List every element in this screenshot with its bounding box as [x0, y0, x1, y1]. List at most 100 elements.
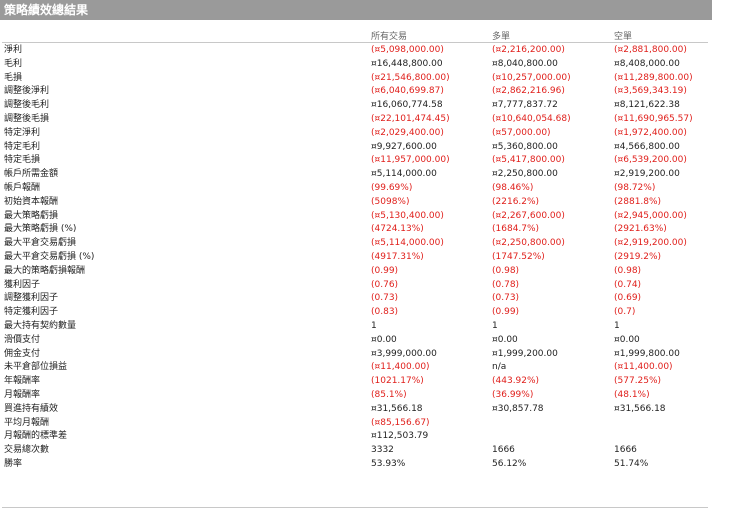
row-label: 最大的策略虧損報酬	[4, 265, 86, 276]
short-value: ¤2,919,200.00	[614, 169, 680, 180]
table-row: 交易總次數 3332 1666 1666	[0, 444, 740, 458]
row-label: 最大平倉交易虧損 (%)	[4, 251, 95, 262]
row-label: 年報酬率	[4, 376, 41, 387]
short-value: (98.72%)	[614, 182, 656, 193]
short-value: (0.69)	[614, 293, 642, 304]
table-row: 最大策略虧損 (%) (4724.13%) (1684.7%) (2921.63%)	[0, 223, 740, 237]
report-title: 策略績效總結果	[0, 0, 712, 20]
long-value: n/a	[492, 362, 507, 373]
table-row: 年報酬率 (1021.17%) (443.92%) (577.25%)	[0, 375, 740, 389]
all-trades-value: ¤9,927,600.00	[371, 141, 437, 152]
all-trades-value: (¤11,957,000.00)	[371, 155, 450, 166]
all-trades-value: ¤5,114,000.00	[371, 169, 437, 180]
all-trades-value: (¤5,130,400.00)	[371, 210, 444, 221]
row-label: 特定淨利	[4, 127, 41, 138]
table-row: 調整後毛利 ¤16,060,774.58 ¤7,777,837.72 ¤8,121,6…	[0, 99, 740, 113]
table-row: 特定淨利 (¤2,029,400.00) (¤57,000.00) (¤1,972,4…	[0, 127, 740, 141]
short-value: (0.74)	[614, 279, 642, 290]
long-value: (2216.2%)	[492, 196, 540, 207]
row-label: 月報酬的標準差	[4, 431, 68, 442]
all-trades-value: (¤22,101,474.45)	[371, 113, 450, 124]
long-value: (443.92%)	[492, 376, 540, 387]
long-value: ¤30,857.78	[492, 403, 544, 414]
long-value: (¤2,250,800.00)	[492, 238, 565, 249]
short-value: 1	[614, 320, 620, 331]
short-value: (¤11,400.00)	[614, 362, 673, 373]
row-label: 勝率	[4, 458, 23, 469]
long-value: 1666	[492, 445, 515, 456]
short-value: (¤3,569,343.19)	[614, 86, 687, 97]
long-value: (0.73)	[492, 293, 520, 304]
table-row: 淨利 (¤5,098,000.00) (¤2,216,200.00) (¤2,881,…	[0, 44, 740, 58]
short-value: (¤2,945,000.00)	[614, 210, 687, 221]
table-row: 帳戶報酬 (99.69%) (98.46%) (98.72%)	[0, 182, 740, 196]
performance-table: 淨利 (¤5,098,000.00) (¤2,216,200.00) (¤2,881,…	[0, 44, 740, 472]
table-row: 獲利因子 (0.76) (0.78) (0.74)	[0, 279, 740, 293]
all-trades-value: (¤85,156.67)	[371, 417, 430, 428]
report-page: 策略績效總結果 所有交易 多單 空單 淨利 (¤5,098,000.00) (¤2,…	[0, 0, 740, 512]
all-trades-value: ¤31,566.18	[371, 403, 423, 414]
row-label: 特定獲利因子	[4, 307, 59, 318]
all-trades-value: (85.1%)	[371, 389, 407, 400]
short-value: (48.1%)	[614, 389, 650, 400]
long-value: 56.12%	[492, 458, 527, 469]
table-row: 月報酬的標準差 ¤112,503.79	[0, 430, 740, 444]
short-value: (¤11,690,965.57)	[614, 113, 693, 124]
table-row: 滑價支付 ¤0.00 ¤0.00 ¤0.00	[0, 334, 740, 348]
row-label: 最大策略虧損 (%)	[4, 224, 77, 235]
row-label: 最大策略虧損	[4, 210, 59, 221]
long-value: (¤10,257,000.00)	[492, 72, 571, 83]
short-value: (0.98)	[614, 265, 642, 276]
table-row: 調整獲利因子 (0.73) (0.73) (0.69)	[0, 292, 740, 306]
table-row: 特定獲利因子 (0.83) (0.99) (0.7)	[0, 306, 740, 320]
all-trades-value: (99.69%)	[371, 182, 413, 193]
table-row: 最大平倉交易虧損 (¤5,114,000.00) (¤2,250,800.00) (¤…	[0, 237, 740, 251]
table-row: 初始資本報酬 (5098%) (2216.2%) (2881.8%)	[0, 196, 740, 210]
long-value: (¤10,640,054.68)	[492, 113, 571, 124]
table-row: 毛利 ¤16,448,800.00 ¤8,040,800.00 ¤8,408,000.…	[0, 58, 740, 72]
long-value: ¤5,360,800.00	[492, 141, 558, 152]
column-header-all-trades: 所有交易	[371, 32, 408, 42]
row-label: 最大持有契約數量	[4, 320, 77, 331]
table-row: 特定毛損 (¤11,957,000.00) (¤5,417,800.00) (¤6,5…	[0, 154, 740, 168]
short-value: (2919.2%)	[614, 251, 662, 262]
table-row: 調整後淨利 (¤6,040,699.87) (¤2,862,216.96) (¤3,5…	[0, 85, 740, 99]
short-value: (¤2,919,200.00)	[614, 238, 687, 249]
all-trades-value: 53.93%	[371, 458, 406, 469]
short-value: ¤1,999,800.00	[614, 348, 680, 359]
row-label: 特定毛損	[4, 155, 41, 166]
long-value: (¤2,862,216.96)	[492, 86, 565, 97]
short-value: (2881.8%)	[614, 196, 662, 207]
short-value: ¤0.00	[614, 334, 640, 345]
table-row: 帳戶所需金額 ¤5,114,000.00 ¤2,250,800.00 ¤2,919,2…	[0, 168, 740, 182]
short-value: (¤6,539,200.00)	[614, 155, 687, 166]
row-label: 毛損	[4, 72, 23, 83]
table-row: 佣金支付 ¤3,999,000.00 ¤1,999,200.00 ¤1,999,800…	[0, 348, 740, 362]
row-label: 未平倉部位損益	[4, 362, 68, 373]
all-trades-value: (¤5,098,000.00)	[371, 45, 444, 55]
table-row: 未平倉部位損益 (¤11,400.00) n/a (¤11,400.00)	[0, 361, 740, 375]
row-label: 調整後毛損	[4, 113, 50, 124]
row-label: 特定毛利	[4, 141, 41, 152]
short-value: (2921.63%)	[614, 224, 667, 235]
row-label: 獲利因子	[4, 279, 41, 290]
short-value: (¤11,289,800.00)	[614, 72, 693, 83]
table-row: 最大策略虧損 (¤5,130,400.00) (¤2,267,600.00) (¤2,…	[0, 210, 740, 224]
column-header-short: 空單	[614, 32, 633, 42]
column-header-long: 多單	[492, 32, 511, 42]
table-row: 勝率 53.93% 56.12% 51.74%	[0, 458, 740, 472]
table-row: 毛損 (¤21,546,800.00) (¤10,257,000.00) (¤11,2…	[0, 72, 740, 86]
table-row: 最大平倉交易虧損 (%) (4917.31%) (1747.52%) (2919.2%…	[0, 251, 740, 265]
long-value: ¤0.00	[492, 334, 518, 345]
row-label: 毛利	[4, 58, 23, 69]
row-label: 月報酬率	[4, 389, 41, 400]
all-trades-value: 3332	[371, 445, 394, 456]
long-value: (0.98)	[492, 265, 520, 276]
all-trades-value: 1	[371, 320, 377, 331]
all-trades-value: (¤21,546,800.00)	[371, 72, 450, 83]
row-label: 佣金支付	[4, 348, 41, 359]
long-value: (¤57,000.00)	[492, 127, 551, 138]
long-value: (98.46%)	[492, 182, 534, 193]
row-label: 滑價支付	[4, 334, 41, 345]
long-value: ¤8,040,800.00	[492, 58, 558, 69]
